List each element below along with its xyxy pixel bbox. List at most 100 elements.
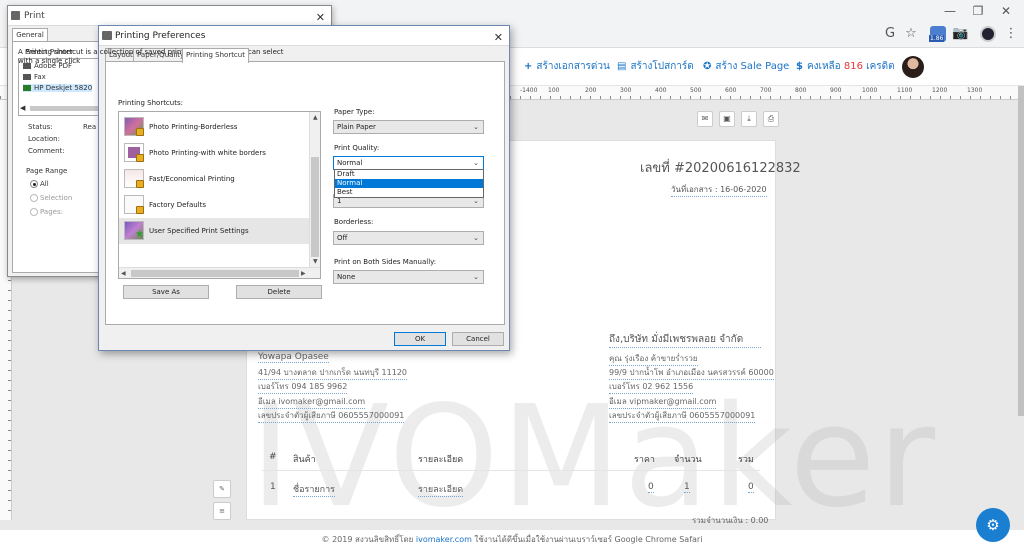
to-phone[interactable]: เบอร์โทร 02 962 1556 [609, 380, 694, 394]
lock-icon [136, 180, 144, 188]
chevron-down-icon: ⌄ [473, 159, 479, 167]
col-qty: จำนวน [674, 455, 702, 465]
extension-icon[interactable]: 1.86 [929, 26, 946, 42]
scroll-left-icon[interactable]: ◀ [121, 270, 126, 277]
row-qty[interactable]: 1 [684, 482, 690, 493]
status-label: Status: [28, 123, 53, 131]
range-selection-label: Selection [40, 194, 73, 202]
grand-total: รวมจำนวนเงิน : 0.00 [692, 516, 769, 525]
both-sides-select[interactable]: None ⌄ [333, 270, 484, 284]
to-email[interactable]: อีเมล vipmaker@gmail.com [609, 395, 717, 409]
delete-button[interactable]: Delete [236, 285, 322, 299]
cancel-button[interactable]: Cancel [452, 332, 504, 346]
sale-page-icon: ✪ [703, 61, 712, 72]
range-all-label: All [40, 180, 49, 188]
shortcut-item[interactable]: Factory Defaults [119, 192, 309, 218]
browser-menu-icon[interactable]: ⋮ [1003, 26, 1019, 42]
ruler-label: 700 [760, 87, 772, 94]
postcard-icon: ▤ [617, 61, 627, 72]
printer-hp-deskjet[interactable]: HP Deskjet 5820 [23, 84, 93, 92]
save-as-button[interactable]: Save As [123, 285, 209, 299]
scroll-left-icon[interactable]: ◀ [20, 104, 25, 112]
range-selection-radio[interactable] [30, 194, 38, 202]
printer-list-scrollbar[interactable] [30, 106, 100, 111]
range-pages-radio[interactable] [30, 208, 38, 216]
footer-site-link[interactable]: ivomaker.com [416, 535, 472, 544]
credit-count: 816 [843, 61, 863, 72]
credit-balance[interactable]: $ คงเหลือ 816 เครดิต [796, 59, 895, 74]
from-name[interactable]: Yowapa Opasee [258, 352, 329, 363]
to-contact[interactable]: คุณ รุ่งเรือง ค้าขายร่ำรวย [609, 352, 698, 366]
shortcut-item[interactable]: Fast/Economical Printing [119, 166, 309, 192]
ruler-label: 800 [795, 87, 807, 94]
ok-button[interactable]: OK [394, 332, 446, 346]
bookmark-star-icon[interactable]: ☆ [903, 26, 919, 42]
minimize-icon[interactable]: — [940, 4, 960, 18]
printer-fax[interactable]: Fax [23, 73, 46, 81]
close-icon[interactable]: ✕ [494, 28, 503, 48]
translate-icon[interactable]: G [882, 26, 898, 42]
from-address[interactable]: 41/94 บางตลาด ปากเกร็ด นนทบุรี 11120 [258, 366, 408, 380]
from-tax-id[interactable]: เลขประจำตัวผู้เสียภาษี 0605557000091 [258, 409, 405, 423]
plus-icon: + [524, 61, 533, 72]
shortcut-item[interactable]: Photo Printing-Borderless [119, 114, 309, 140]
print-icon[interactable]: ⎙ [763, 111, 779, 127]
gear-icon: ⚙ [986, 516, 1000, 534]
browser-profile-avatar[interactable] [980, 26, 996, 42]
tab-general[interactable]: General [12, 28, 48, 42]
scroll-up-icon[interactable]: ▲ [313, 114, 318, 121]
fax-icon [23, 74, 31, 80]
borderless-label: Borderless: [334, 218, 374, 226]
print-quality-select[interactable]: Normal ⌄ [333, 156, 484, 170]
shortcut-list: Photo Printing-Borderless Photo Printing… [118, 111, 321, 279]
shortcut-list-hthumb[interactable] [131, 270, 299, 277]
tab-printing-shortcut[interactable]: Printing Shortcut [182, 48, 249, 63]
scroll-right-icon[interactable]: ▶ [301, 270, 306, 277]
document-date[interactable]: วันที่เอกสาร : 16-06-2020 [671, 183, 767, 197]
from-phone[interactable]: เบอร์โทร 094 185 9962 [258, 380, 348, 394]
settings-fab[interactable]: ⚙ [976, 508, 1010, 542]
row-price[interactable]: 0 [648, 482, 654, 493]
postcard-link[interactable]: ▤ สร้างโปสการ์ด [617, 59, 694, 74]
preferences-titlebar: Printing Preferences ✕ [99, 26, 509, 46]
edit-icon[interactable]: ✎ [213, 480, 231, 498]
list-icon[interactable]: ≡ [213, 502, 231, 520]
col-number: # [269, 452, 277, 462]
paper-type-label: Paper Type: [334, 108, 375, 116]
shortcut-item-selected[interactable]: ★ User Specified Print Settings [119, 218, 309, 244]
restore-icon[interactable]: ❐ [968, 4, 988, 18]
shortcut-item[interactable]: Photo Printing-with white borders [119, 140, 309, 166]
close-window-icon[interactable]: ✕ [996, 4, 1016, 18]
ruler-label: 400 [655, 87, 667, 94]
row-detail[interactable]: รายละเอียด [418, 482, 464, 497]
quality-option-draft[interactable]: Draft [335, 170, 483, 179]
paper-type-select[interactable]: Plain Paper ⌄ [333, 120, 484, 134]
quality-option-normal[interactable]: Normal [335, 179, 483, 188]
scroll-down-icon[interactable]: ▼ [313, 258, 318, 265]
ruler-label: -1400 [520, 87, 538, 94]
quick-document-link[interactable]: + สร้างเอกสารด่วน [524, 59, 610, 74]
comment-label: Comment: [28, 147, 65, 155]
to-tax-id[interactable]: เลขประจำตัวผู้เสียภาษี 0605557000091 [609, 409, 756, 423]
from-email[interactable]: อีเมล ivomaker@gmail.com [258, 395, 366, 409]
chevron-down-icon: ⌄ [473, 123, 479, 131]
range-all-radio[interactable] [30, 180, 38, 188]
email-icon[interactable]: ✉ [697, 111, 713, 127]
shortcut-list-vthumb[interactable] [311, 157, 319, 257]
ruler-label: 500 [690, 87, 702, 94]
ruler-label: 1000 [862, 87, 878, 94]
to-address[interactable]: 99/9 ปากน้ำโพ อำเภอเมือง นครสวรรค์ 60000 [609, 366, 774, 380]
quality-option-best[interactable]: Best [335, 188, 483, 197]
print-dialog-titlebar: Print ✕ [8, 6, 331, 26]
camera-icon[interactable]: 📷 [952, 26, 968, 42]
to-company[interactable]: ถึง,บริษัท มั่งมีเพชรพลอย จำกัด [609, 332, 761, 348]
row-product[interactable]: ชื่อรายการ [293, 482, 336, 497]
borderless-select[interactable]: Off ⌄ [333, 231, 484, 245]
page-scrollbar[interactable] [1018, 86, 1024, 416]
save-icon[interactable]: ▣ [719, 111, 735, 127]
sale-page-link[interactable]: ✪ สร้าง Sale Page [703, 59, 789, 74]
user-avatar[interactable] [902, 56, 924, 78]
download-icon[interactable]: ⤓ [741, 111, 757, 127]
shortcuts-label: Printing Shortcuts: [118, 99, 183, 107]
chevron-down-icon: ⌄ [473, 234, 479, 242]
